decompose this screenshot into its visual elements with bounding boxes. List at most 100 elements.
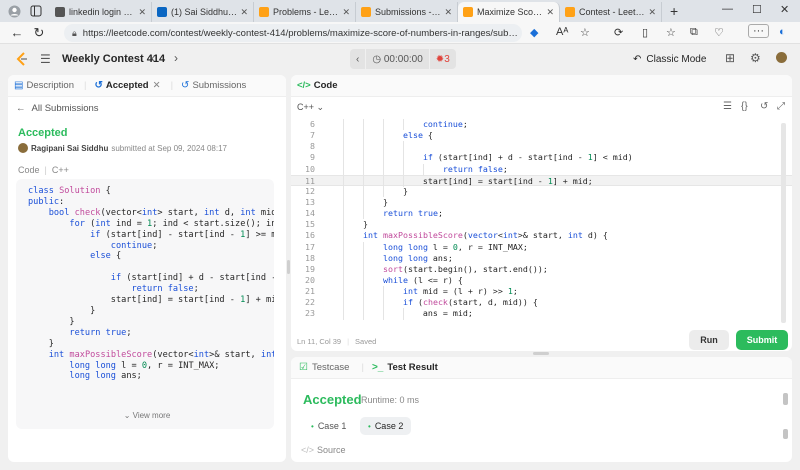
code-line[interactable]: 13 }: [291, 196, 792, 209]
case-2-tab[interactable]: • Case 2: [360, 417, 412, 435]
tab-submissions[interactable]: ↺ Submissions: [181, 80, 246, 91]
bug-icon: ✹: [435, 53, 445, 65]
prev-problem-icon[interactable]: ‹: [151, 51, 155, 65]
favorite-icon[interactable]: ☆: [580, 26, 590, 39]
code-line[interactable]: 11 start[ind] = start[ind - 1] + mid;: [291, 174, 792, 187]
fullscreen-icon[interactable]: ⤢: [777, 101, 785, 112]
code-line[interactable]: 6 continue;: [291, 119, 792, 131]
line-number: 19: [305, 263, 315, 274]
submit-button[interactable]: Submit: [736, 330, 788, 350]
browser-tab[interactable]: Submissions - Leetc✕: [356, 2, 458, 22]
maximize-icon[interactable]: ☐: [752, 3, 762, 16]
back-icon[interactable]: ←: [6, 25, 28, 40]
timer[interactable]: ◷ 00:00:00: [366, 49, 429, 69]
history-icon: ↺: [94, 80, 103, 91]
line-code: return false;: [442, 163, 508, 174]
line-number: 9: [310, 152, 315, 163]
code-editor-panel: </> Code C++ ⌄ ☰ {} ↺ ⤢ 6 continue; 7 else…: [291, 75, 792, 351]
source-section[interactable]: </> Source: [301, 445, 346, 455]
settings-icon[interactable]: ⚙: [750, 51, 761, 65]
code-line[interactable]: 10 return false;: [291, 163, 792, 175]
close-tab-icon[interactable]: ✕: [648, 7, 656, 18]
code-line[interactable]: 17 long long l = 0, r = INT_MAX;: [291, 241, 792, 253]
result-scrollbar[interactable]: [783, 393, 788, 405]
left-panel: ▤ Description | ↺ Accepted ✕ | ↺ Submissions…: [8, 75, 286, 462]
code-line[interactable]: 7 else {: [291, 130, 792, 142]
run-button[interactable]: Run: [689, 330, 729, 350]
leetcode-icon: [259, 7, 269, 17]
format-icon[interactable]: {}: [741, 101, 748, 112]
user-avatar[interactable]: [776, 52, 787, 66]
code-line[interactable]: 20 while (l <= r) {: [291, 274, 792, 287]
tab-description[interactable]: ▤ Description: [14, 80, 74, 91]
workspaces-icon[interactable]: [28, 3, 44, 19]
close-tab-icon[interactable]: ✕: [444, 7, 452, 18]
editor-scrollbar[interactable]: [781, 123, 786, 323]
result-scrollbar-lower[interactable]: [783, 429, 788, 439]
language-select[interactable]: C++ ⌄: [297, 102, 324, 113]
tab-test-result[interactable]: >_ Test Result: [372, 362, 438, 373]
close-tab-icon[interactable]: ✕: [153, 80, 161, 91]
code-line[interactable]: 14 return true;: [291, 208, 792, 220]
more-icon[interactable]: ···: [748, 24, 769, 38]
line-number: 10: [305, 163, 315, 174]
contest-title[interactable]: Weekly Contest 414: [62, 53, 165, 65]
case-1-tab[interactable]: • Case 1: [303, 417, 354, 435]
code-tab[interactable]: </> Code: [291, 75, 792, 97]
close-tab-icon[interactable]: ✕: [342, 7, 350, 18]
browser-tab[interactable]: Maximize Score of✕: [458, 2, 560, 22]
leetcode-logo-icon[interactable]: [14, 51, 30, 67]
submitted-code-block[interactable]: class Solution { public: bool check(vect…: [16, 179, 274, 429]
code-line[interactable]: 18 long long ans;: [291, 252, 792, 264]
split-screen-icon[interactable]: ▯: [642, 26, 648, 39]
browser-tab[interactable]: Contest - LeetCode✕: [560, 2, 662, 22]
panel-resize-handle[interactable]: [287, 260, 290, 274]
collections-icon[interactable]: ⧉: [690, 26, 698, 39]
submitter-name[interactable]: Ragipani Sai Siddhu: [31, 144, 108, 153]
copilot-icon[interactable]: ◐: [779, 26, 786, 38]
notes-icon[interactable]: ☰: [723, 101, 732, 112]
browser-tab[interactable]: linkedin login - Sear✕: [50, 2, 152, 22]
classic-mode-button[interactable]: ↶ Classic Mode: [633, 50, 706, 68]
profile-icon[interactable]: [6, 3, 22, 19]
next-problem-icon[interactable]: ›: [174, 51, 178, 65]
refresh-extension-icon[interactable]: ⟳: [614, 26, 623, 39]
browser-essentials-icon[interactable]: ♡: [714, 26, 724, 39]
code-line[interactable]: 9 if (start[ind] + d - start[ind - 1] < …: [291, 152, 792, 164]
refresh-icon[interactable]: ↻: [28, 25, 50, 41]
code-line[interactable]: 12 }: [291, 185, 792, 197]
reset-icon[interactable]: ↺: [760, 101, 768, 112]
layout-icon[interactable]: ⊞: [725, 51, 735, 65]
close-tab-icon[interactable]: ✕: [546, 7, 554, 18]
panel-divider[interactable]: [291, 351, 792, 356]
browser-tab[interactable]: Problems - LeetCode✕: [254, 2, 356, 22]
all-submissions-label: All Submissions: [31, 103, 99, 114]
timer-prev-icon[interactable]: ‹: [350, 49, 366, 69]
close-tab-icon[interactable]: ✕: [240, 7, 248, 18]
view-more-button[interactable]: ⌄ View more: [8, 411, 286, 420]
close-tab-icon[interactable]: ✕: [138, 7, 146, 18]
code-line[interactable]: 16 int maxPossibleScore(vector<int>& sta…: [291, 230, 792, 242]
code-line[interactable]: 15 }: [291, 219, 792, 231]
code-line[interactable]: 23 ans = mid;: [291, 308, 792, 320]
line-number: 21: [305, 286, 315, 297]
code-line[interactable]: 8: [291, 141, 792, 153]
tab-accepted[interactable]: ↺ Accepted ✕: [94, 80, 160, 91]
code-line[interactable]: 21 int mid = (l + r) >> 1;: [291, 286, 792, 298]
browser-tab[interactable]: (1) Sai Siddhu Ragip✕: [152, 2, 254, 22]
code-line[interactable]: 22 if (check(start, d, mid)) {: [291, 297, 792, 309]
read-aloud-icon[interactable]: Aᴬ: [556, 26, 568, 38]
minimize-icon[interactable]: —: [722, 3, 733, 15]
close-window-icon[interactable]: ✕: [780, 3, 789, 16]
tab-testcase[interactable]: ☑ Testcase: [299, 362, 349, 373]
extension-icon[interactable]: ◆: [530, 26, 538, 39]
address-bar[interactable]: 🔒︎ https://leetcode.com/contest/weekly-c…: [64, 24, 522, 42]
bug-badge[interactable]: ✹ 3: [429, 49, 456, 69]
new-tab-button[interactable]: +: [670, 3, 678, 19]
all-submissions-link[interactable]: ← All Submissions: [16, 103, 99, 114]
problem-list-icon[interactable]: ☰: [40, 52, 51, 66]
favorites-list-icon[interactable]: ☆: [666, 26, 676, 39]
timer-group: ‹ ◷ 00:00:00 ✹ 3: [350, 49, 456, 69]
code-editor[interactable]: 6 continue; 7 else {8 9 if (start[ind] + d…: [291, 119, 792, 329]
code-line[interactable]: 19 sort(start.begin(), start.end());: [291, 263, 792, 275]
